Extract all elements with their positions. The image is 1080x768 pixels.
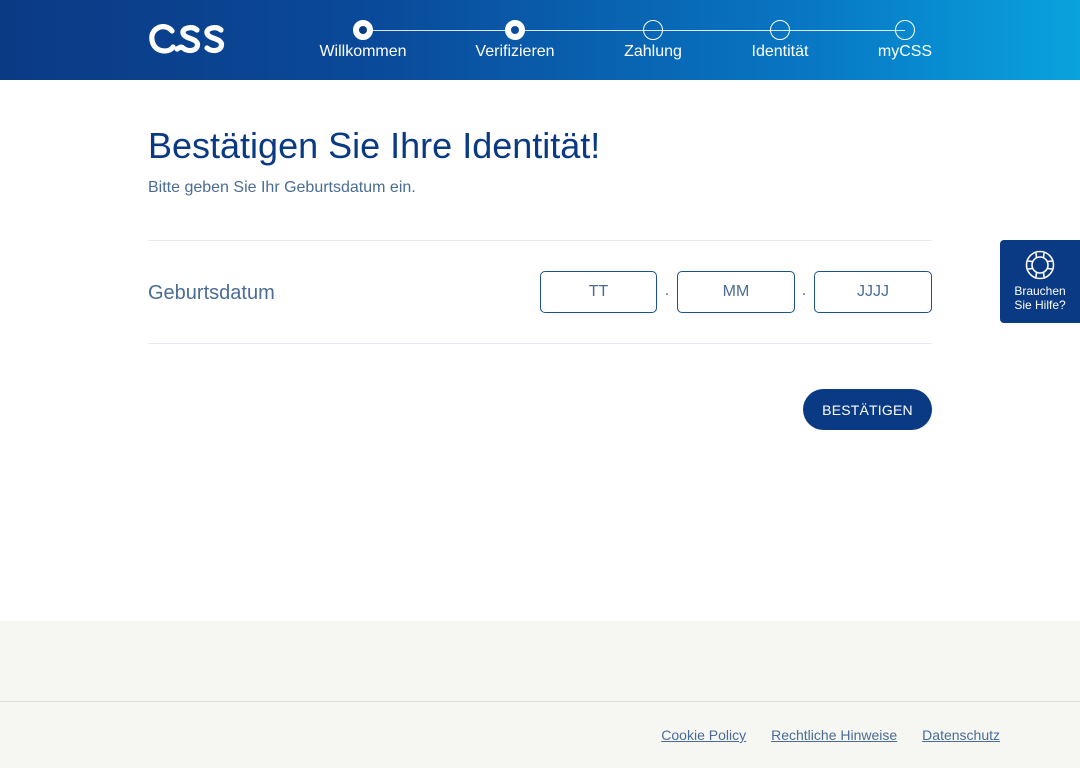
step-pending-icon — [643, 20, 663, 40]
step-identitaet: Identität — [720, 20, 840, 62]
date-separator: . — [801, 282, 807, 299]
step-done-icon — [505, 20, 525, 40]
help-tab[interactable]: Brauchen Sie Hilfe? — [1000, 240, 1080, 323]
footer-link-rechtliche-hinweise[interactable]: Rechtliche Hinweise — [771, 727, 897, 743]
step-verifizieren: Verifizieren — [455, 20, 575, 62]
date-separator: . — [664, 282, 670, 299]
footer-link-datenschutz[interactable]: Datenschutz — [922, 727, 1000, 743]
footer: Cookie Policy Rechtliche Hinweise Datens… — [0, 621, 1080, 768]
page-title: Bestätigen Sie Ihre Identität! — [148, 125, 601, 166]
step-label: Identität — [751, 43, 809, 60]
css-logo[interactable] — [148, 22, 226, 60]
step-label: Willkommen — [319, 43, 407, 60]
top-header: Willkommen Verifizieren Zahlung Identitä… — [0, 0, 1080, 80]
footer-link-cookie-policy[interactable]: Cookie Policy — [661, 727, 746, 743]
step-pending-icon — [895, 20, 915, 40]
step-done-icon — [353, 20, 373, 40]
step-mycss: myCSS — [845, 20, 965, 62]
page-subtitle: Bitte geben Sie Ihr Geburtsdatum ein. — [148, 179, 416, 196]
help-text-line1: Brauchen — [1014, 284, 1066, 298]
step-zahlung: Zahlung — [593, 20, 713, 62]
step-label: myCSS — [877, 43, 933, 60]
divider-bottom — [148, 343, 932, 344]
help-text: Brauchen Sie Hilfe? — [1000, 284, 1080, 312]
year-input[interactable] — [814, 271, 932, 313]
dob-label: Geburtsdatum — [148, 282, 275, 304]
footer-divider — [0, 701, 1080, 702]
lifebuoy-icon — [1025, 250, 1055, 280]
footer-links: Cookie Policy Rechtliche Hinweise Datens… — [661, 727, 1000, 743]
step-label: Zahlung — [624, 43, 682, 60]
divider-top — [148, 240, 932, 241]
day-input[interactable] — [540, 271, 657, 313]
help-text-line2: Sie Hilfe? — [1014, 298, 1066, 312]
confirm-button[interactable]: BESTÄTIGEN — [803, 389, 932, 430]
step-pending-icon — [770, 20, 790, 40]
step-label: Verifizieren — [475, 43, 555, 60]
step-willkommen: Willkommen — [303, 20, 423, 62]
month-input[interactable] — [677, 271, 795, 313]
